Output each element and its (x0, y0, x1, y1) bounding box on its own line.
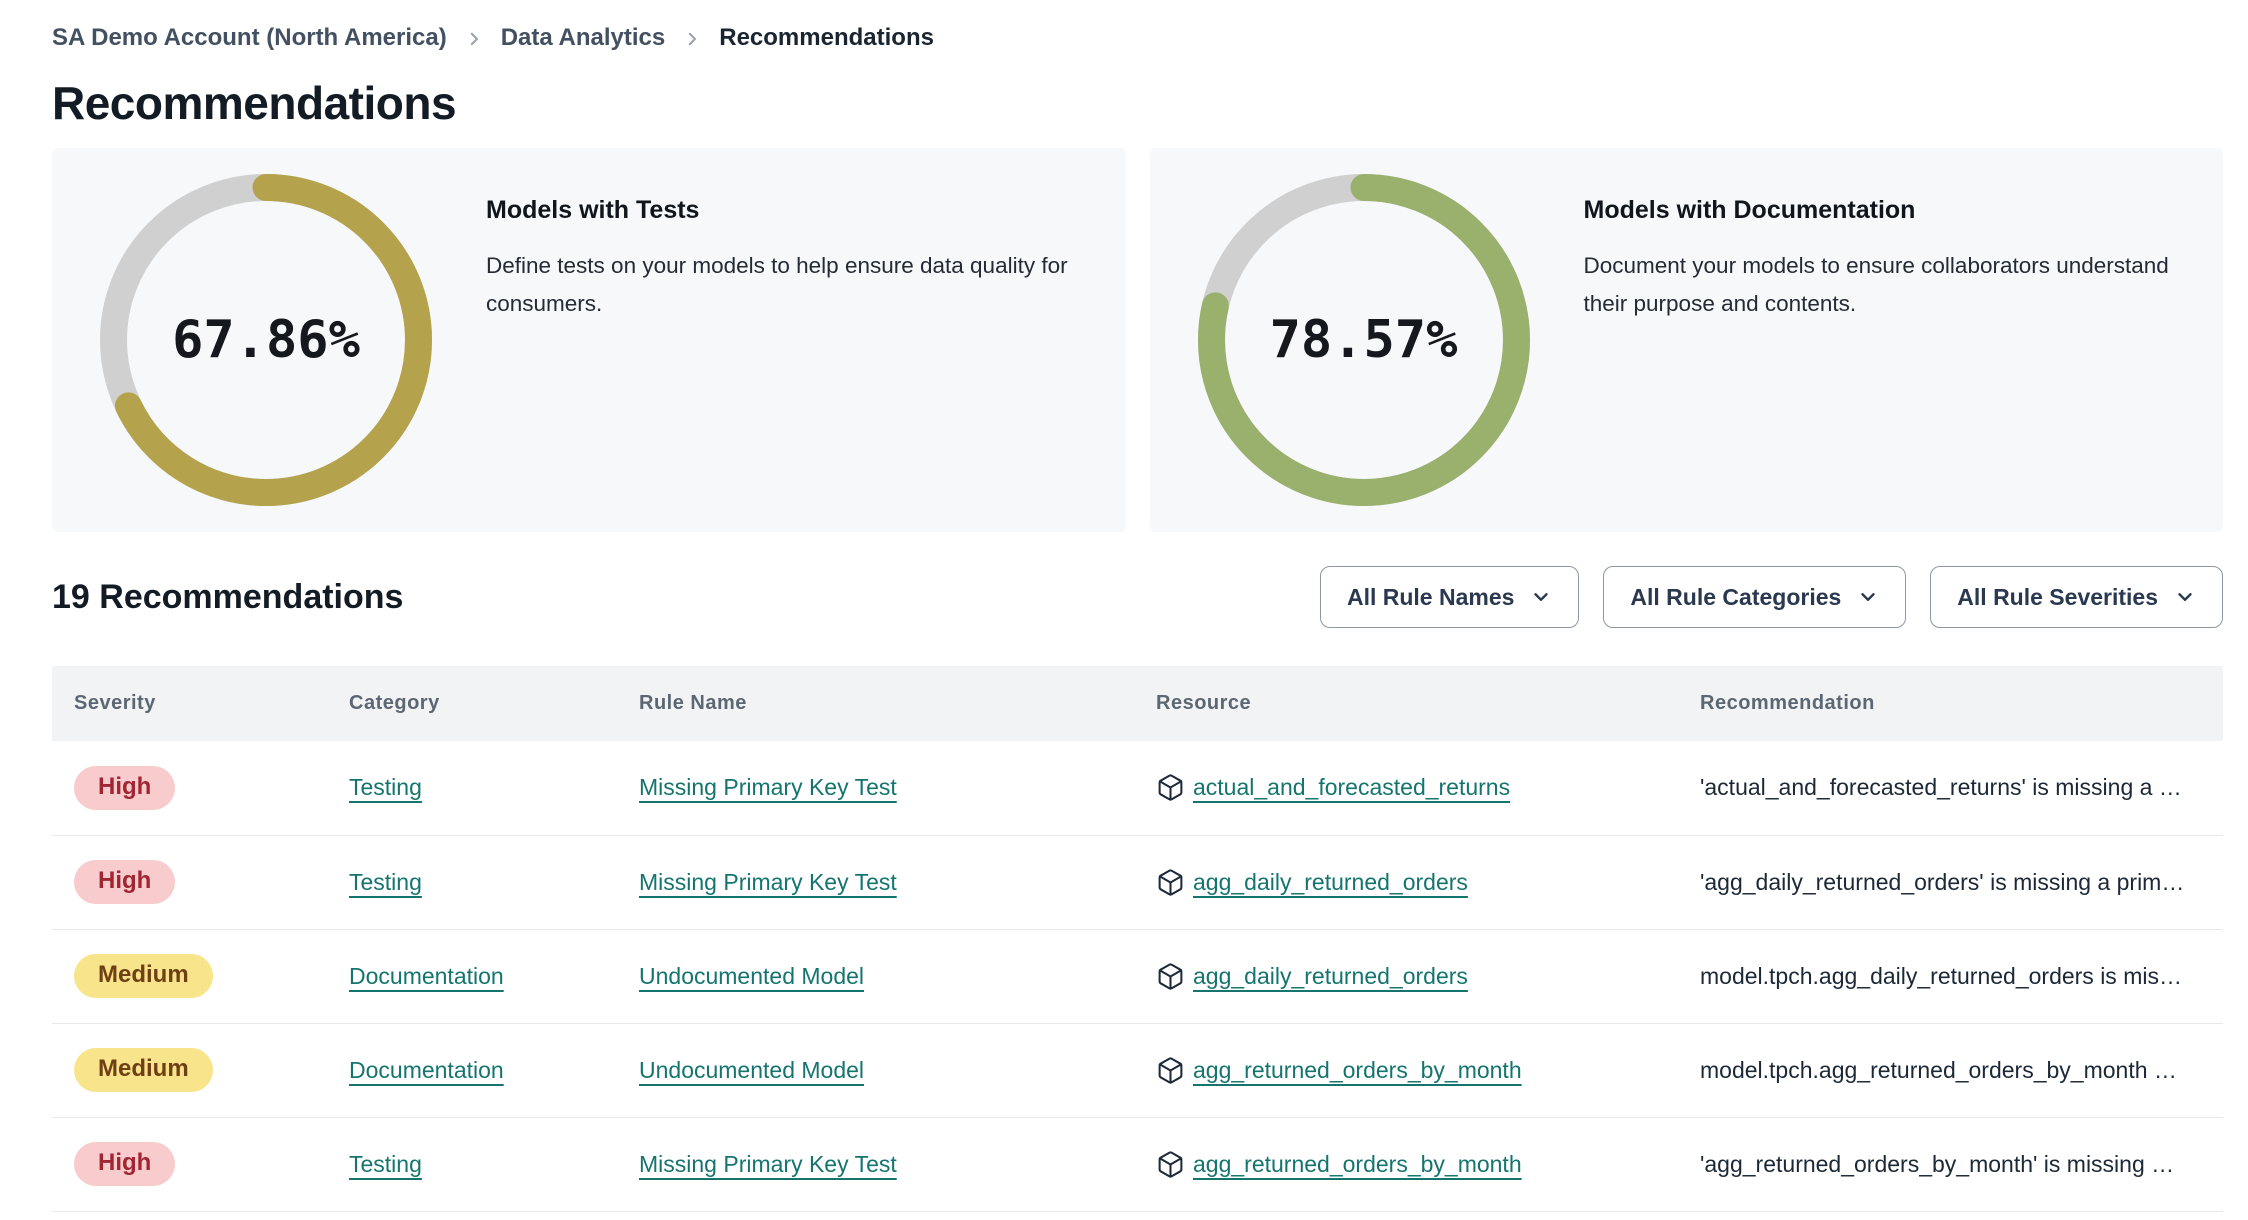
model-cube-icon (1158, 868, 1183, 896)
recommendations-table: Severity Category Rule Name Resource Rec… (52, 666, 2223, 1212)
filter-dropdown[interactable]: All Rule Severities (1930, 566, 2223, 628)
table-row: Medium Documentation Undocumented Model … (52, 1023, 2223, 1118)
resource-link[interactable]: agg_daily_returned_orders (1193, 869, 1468, 896)
donut-chart: 78.57% (1196, 172, 1532, 508)
page-title: Recommendations (52, 77, 457, 129)
breadcrumb-item[interactable]: SA Demo Account (North America) (52, 24, 447, 52)
chevron-right-icon (689, 32, 697, 46)
category-link[interactable]: Testing (349, 869, 422, 895)
resource-link[interactable]: agg_returned_orders_by_month (1193, 1151, 1522, 1178)
recommendation-text: model.tpch.agg_daily_returned_orders is … (1678, 929, 2223, 1024)
card-title: Models with Tests (486, 196, 700, 224)
column-header-recommendation: Recommendation (1678, 666, 2223, 741)
chevron-right-icon (470, 32, 478, 46)
chevron-down-icon (1534, 593, 1549, 601)
model-cube-icon (1158, 1056, 1183, 1084)
filter-dropdown-label: All Rule Names (1346, 583, 1515, 610)
category-link[interactable]: Testing (349, 774, 422, 800)
metric-card: 67.86% Models with Tests Define tests on… (52, 148, 1126, 532)
rule-name-link[interactable]: Missing Primary Key Test (639, 1151, 897, 1177)
recommendations-count-title: 19 Recommendations (52, 577, 404, 616)
table-header-row: Severity Category Rule Name Resource Rec… (52, 666, 2223, 741)
chevron-down-icon (2178, 593, 2192, 601)
category-link[interactable]: Documentation (349, 963, 504, 989)
table-row: High Testing Missing Primary Key Test ac… (52, 741, 2223, 836)
severity-badge: Medium (74, 954, 213, 998)
resource-link[interactable]: agg_daily_returned_orders (1193, 963, 1468, 990)
model-cube-icon (1158, 1150, 1183, 1178)
rule-name-link[interactable]: Undocumented Model (639, 963, 864, 989)
column-header-severity: Severity (52, 666, 327, 741)
table-row: High Testing Missing Primary Key Test ag… (52, 1117, 2223, 1212)
column-header-category: Category (327, 666, 617, 741)
table-row: Medium Documentation Undocumented Model … (52, 929, 2223, 1024)
metric-card: 78.57% Models with Documentation Documen… (1149, 148, 2223, 532)
category-link[interactable]: Testing (349, 1151, 422, 1177)
card-text: Models with Tests Define tests on your m… (486, 148, 1080, 323)
resource-link[interactable]: agg_returned_orders_by_month (1193, 1057, 1522, 1084)
filter-dropdown[interactable]: All Rule Names (1319, 566, 1580, 628)
severity-badge: Medium (74, 1048, 213, 1092)
filter-bar: All Rule Names All Rule Categories All R… (1319, 566, 2223, 628)
model-cube-icon (1158, 962, 1183, 990)
list-header: 19 Recommendations All Rule Names All Ru… (52, 566, 2223, 628)
rule-name-link[interactable]: Missing Primary Key Test (639, 869, 897, 895)
filter-dropdown-label: All Rule Severities (1957, 583, 2158, 610)
category-link[interactable]: Documentation (349, 1057, 504, 1083)
recommendation-text: 'actual_and_forecasted_returns' is missi… (1678, 741, 2223, 836)
recommendation-text: 'agg_daily_returned_orders' is missing a… (1678, 835, 2223, 930)
column-header-rule-name: Rule Name (617, 666, 1134, 741)
metric-cards: 67.86% Models with Tests Define tests on… (52, 148, 2223, 532)
model-cube-icon (1158, 774, 1183, 801)
donut-chart: 67.86% (98, 172, 434, 508)
rule-name-link[interactable]: Missing Primary Key Test (639, 774, 897, 800)
card-title: Models with Documentation (1583, 196, 1916, 224)
rule-name-link[interactable]: Undocumented Model (639, 1057, 864, 1083)
card-description: Define tests on your models to help ensu… (486, 253, 1068, 316)
breadcrumb-item[interactable]: Data Analytics (501, 24, 666, 52)
filter-dropdown[interactable]: All Rule Categories (1603, 566, 1907, 628)
breadcrumb-item: Recommendations (719, 24, 934, 51)
severity-badge: High (74, 860, 176, 904)
filter-dropdown-label: All Rule Categories (1630, 583, 1842, 610)
recommendation-text: model.tpch.agg_returned_orders_by_month … (1678, 1023, 2223, 1118)
table-row: High Testing Missing Primary Key Test ag… (52, 835, 2223, 930)
recommendations-page: SA Demo Account (North America) Data Ana… (0, 0, 2248, 1212)
card-description: Document your models to ensure collabora… (1583, 253, 2169, 316)
card-text: Models with Documentation Document your … (1584, 148, 2178, 323)
resource-link[interactable]: actual_and_forecasted_returns (1193, 774, 1510, 801)
column-header-resource: Resource (1134, 666, 1678, 741)
chevron-down-icon (1861, 593, 1875, 601)
severity-badge: High (74, 765, 176, 810)
severity-badge: High (74, 1142, 176, 1186)
donut-percentage: 78.57% (1269, 310, 1458, 370)
donut-percentage: 67.86% (172, 310, 360, 370)
breadcrumb: SA Demo Account (North America) Data Ana… (52, 0, 2223, 52)
recommendation-text: 'agg_returned_orders_by_month' is missin… (1678, 1117, 2223, 1212)
